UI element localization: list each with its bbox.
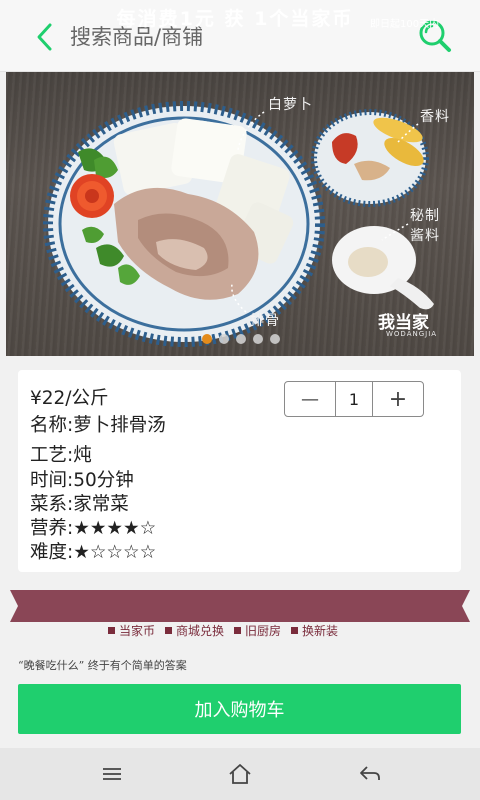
label-spice: 香料 bbox=[420, 109, 450, 125]
product-info-card: ¥22/公斤 名称:萝卜排骨汤 工艺:炖 时间:50分钟 菜系:家常菜 营养:★… bbox=[18, 370, 461, 572]
promo-link-coins[interactable]: 当家币 bbox=[108, 622, 155, 639]
bullet-icon bbox=[234, 627, 242, 634]
home-icon bbox=[229, 764, 251, 784]
add-to-cart-button[interactable]: 加入购物车 bbox=[18, 684, 461, 734]
carousel-dot[interactable] bbox=[270, 334, 280, 344]
promo-links: 当家币 商城兑换 旧厨房 换新装 bbox=[108, 622, 338, 639]
product-image-carousel[interactable]: 白萝卜 香料 秘制 酱料 排骨 我当家 WODANGJIA bbox=[6, 72, 474, 356]
carousel-dot[interactable] bbox=[236, 334, 246, 344]
minus-icon: — bbox=[301, 388, 319, 410]
product-name: 名称:萝卜排骨汤 bbox=[30, 415, 166, 436]
promo-quote: “晚餐吃什么” 终于有个简单的答案 bbox=[18, 659, 187, 672]
label-radish: 白萝卜 bbox=[268, 97, 313, 113]
promo-link-exchange[interactable]: 商城兑换 bbox=[165, 622, 224, 639]
menu-icon bbox=[103, 768, 121, 780]
back-button[interactable] bbox=[30, 20, 60, 54]
product-difficulty: 难度:★☆☆☆☆ bbox=[30, 542, 157, 563]
bullet-icon bbox=[291, 627, 299, 634]
back-nav-button[interactable] bbox=[357, 762, 383, 786]
chevron-left-icon bbox=[37, 23, 52, 51]
label-ribs: 排骨 bbox=[250, 313, 280, 329]
plus-icon: + bbox=[388, 386, 408, 412]
bullet-icon bbox=[108, 627, 115, 634]
carousel-dot[interactable] bbox=[202, 334, 212, 344]
product-time: 时间:50分钟 bbox=[30, 470, 134, 491]
carousel-dot[interactable] bbox=[253, 334, 263, 344]
brand-watermark-sub: WODANGJIA bbox=[386, 330, 438, 338]
product-nutrition: 营养:★★★★☆ bbox=[30, 518, 157, 539]
promo-tag: 即日起100天内 bbox=[370, 19, 440, 30]
promo-link-old-kitchen[interactable]: 旧厨房 bbox=[234, 622, 281, 639]
carousel-indicator bbox=[202, 334, 280, 344]
carousel-dot[interactable] bbox=[219, 334, 229, 344]
system-nav-bar bbox=[0, 748, 480, 800]
increase-button[interactable]: + bbox=[373, 382, 423, 416]
quantity-value[interactable]: 1 bbox=[335, 382, 373, 416]
product-price: ¥22/公斤 bbox=[30, 388, 109, 409]
decrease-button[interactable]: — bbox=[285, 382, 335, 416]
label-sauce: 秘制 酱料 bbox=[410, 208, 440, 244]
bullet-icon bbox=[165, 627, 173, 634]
menu-button[interactable] bbox=[99, 762, 125, 786]
promo-link-new-look[interactable]: 换新装 bbox=[291, 622, 338, 639]
product-technique: 工艺:炖 bbox=[30, 445, 92, 466]
home-button[interactable] bbox=[227, 762, 253, 786]
promo-headline: 每消费1元 获 1个当家币 bbox=[116, 8, 354, 30]
quantity-stepper: — 1 + bbox=[284, 381, 424, 417]
back-arrow-icon bbox=[360, 766, 380, 780]
product-cuisine: 菜系:家常菜 bbox=[30, 494, 129, 515]
promo-band bbox=[10, 590, 470, 622]
